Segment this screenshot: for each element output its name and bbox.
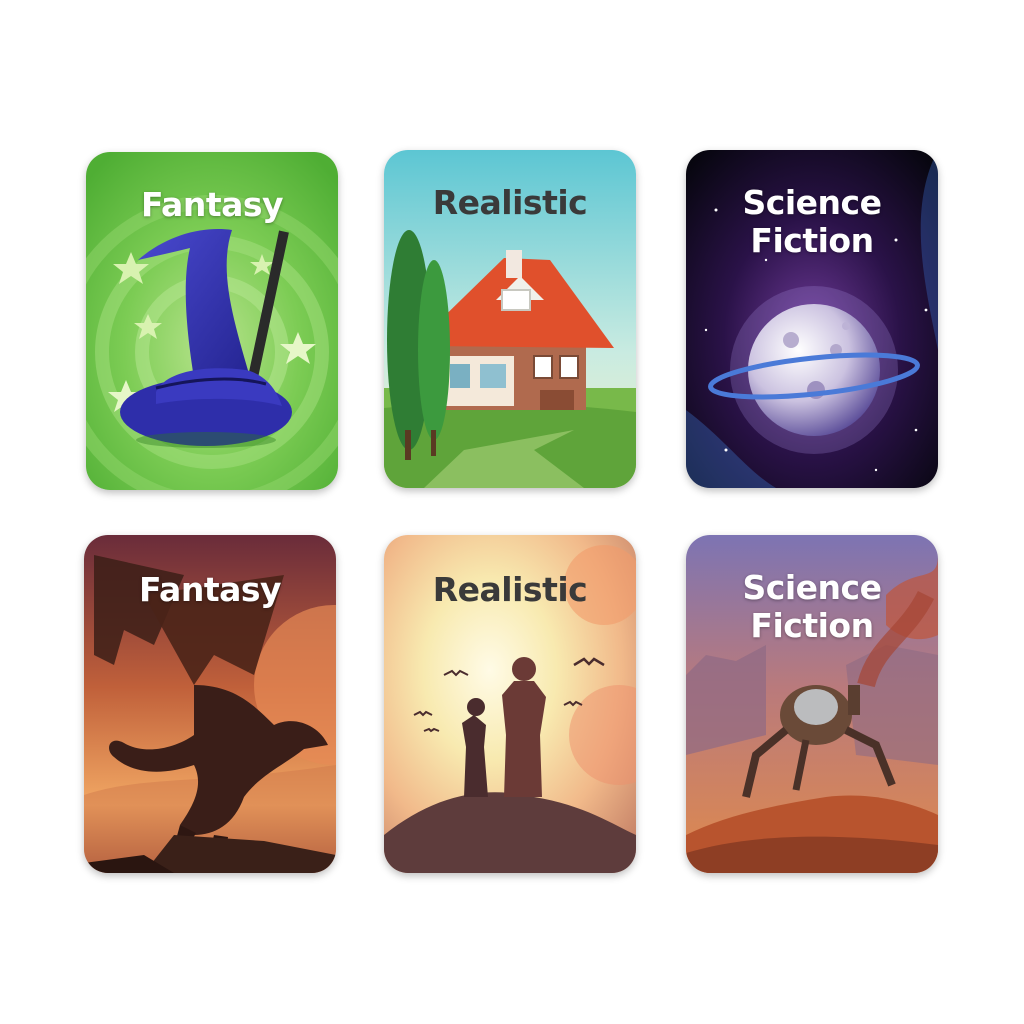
genre-card-fantasy-wizard[interactable]: Fantasy xyxy=(86,152,338,490)
genre-card-realistic-house[interactable]: Realistic xyxy=(384,150,636,488)
genre-cards-board: Fantasy Realistic Science Fiction Fantas… xyxy=(0,0,1024,1024)
genre-card-realistic-sunset[interactable]: Realistic xyxy=(384,535,636,873)
card-title: Realistic xyxy=(432,570,588,609)
card-title: Fantasy xyxy=(138,570,282,609)
card-title: Science Fiction xyxy=(742,183,882,260)
genre-card-scifi-robot[interactable]: Science Fiction xyxy=(686,535,938,873)
card-title: Science Fiction xyxy=(742,568,882,645)
card-title: Realistic xyxy=(432,183,588,222)
genre-card-scifi-planet[interactable]: Science Fiction xyxy=(686,150,938,488)
genre-card-fantasy-dragon[interactable]: Fantasy xyxy=(84,535,336,873)
card-title: Fantasy xyxy=(140,185,284,224)
